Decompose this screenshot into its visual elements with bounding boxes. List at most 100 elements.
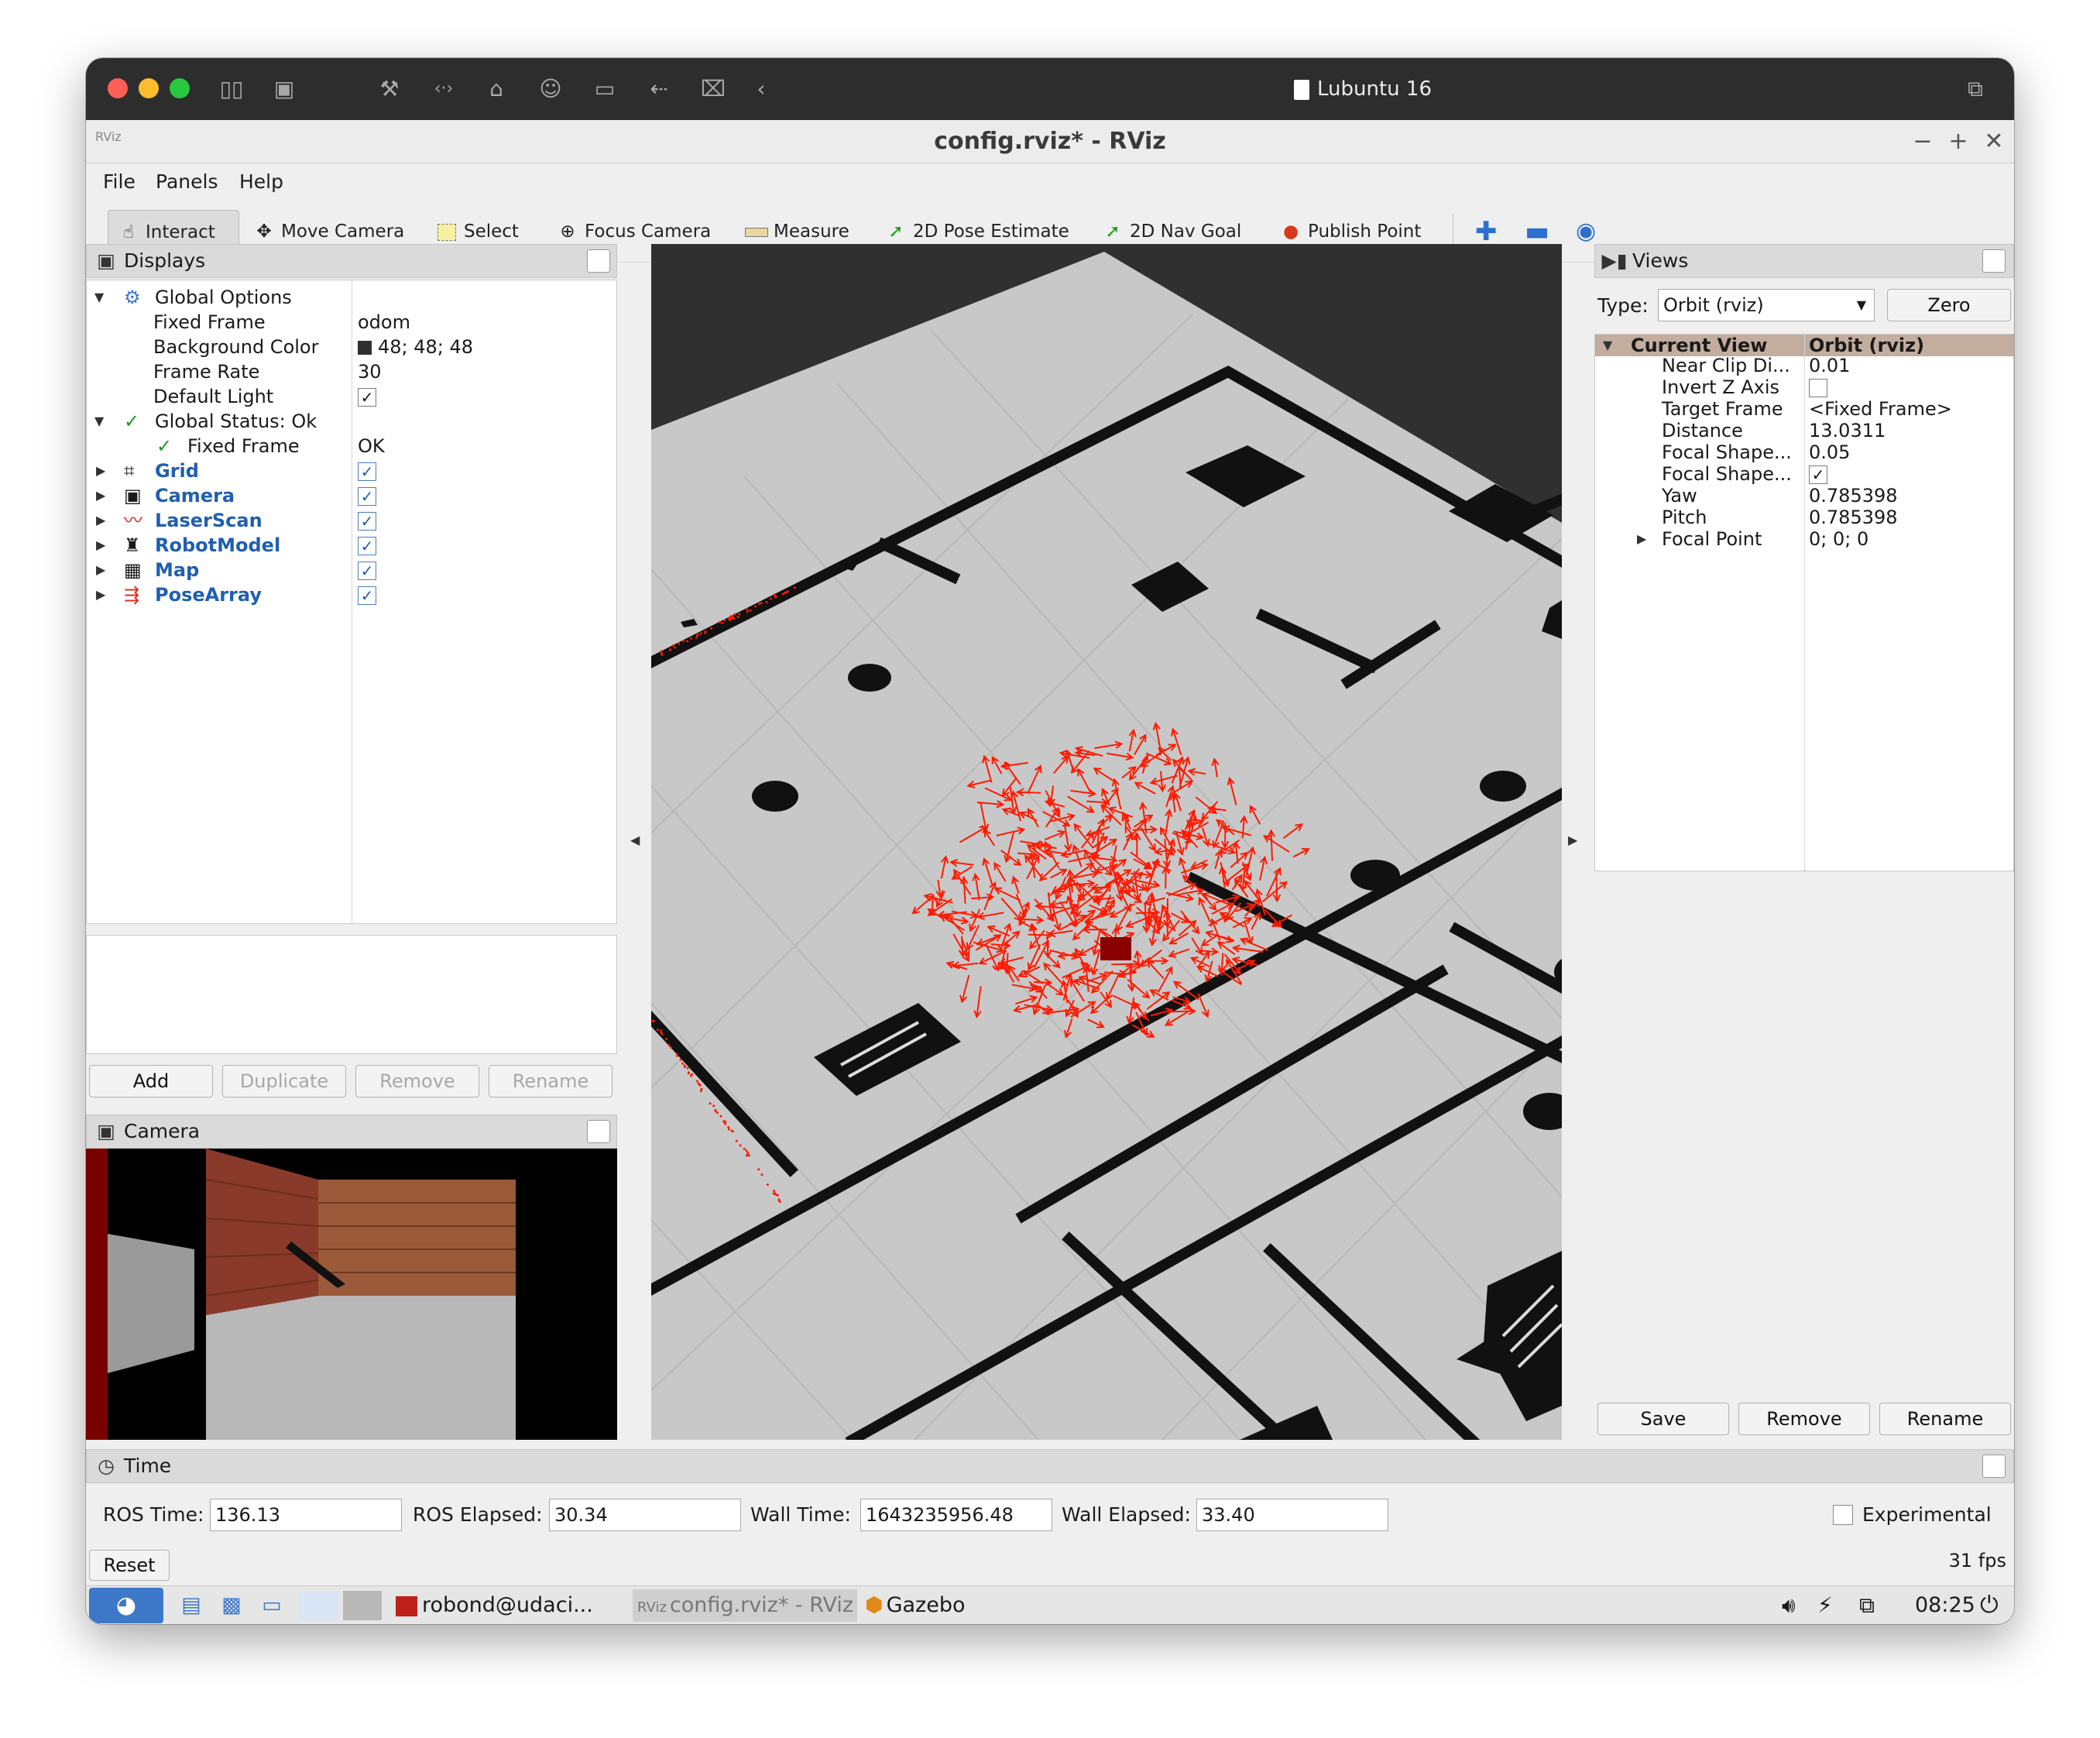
reset-button[interactable]: Reset (89, 1550, 170, 1581)
network-icon[interactable]: ⧉ (1859, 1589, 1875, 1622)
maximize-window-button[interactable]: + (1943, 126, 1974, 157)
camera-icon[interactable]: ▭ (589, 74, 620, 105)
drive-icon[interactable]: ⌂ (481, 74, 512, 105)
ros-elapsed-field[interactable]: 30.34 (549, 1499, 741, 1531)
collapse-arrow-icon[interactable]: ▶ (96, 582, 105, 607)
close-window-button[interactable]: ✕ (1978, 126, 2009, 157)
minimize-window-button[interactable]: − (1907, 126, 1938, 157)
menu-help[interactable]: Help (239, 168, 283, 196)
collapse-arrow-icon[interactable]: ▶ (96, 508, 105, 533)
view-prop-value[interactable]: 0.785398 (1809, 507, 1898, 528)
map-scene[interactable] (651, 244, 1562, 1440)
remove-display-button[interactable]: Remove (355, 1065, 479, 1097)
tree-row-background-color[interactable]: Background Color 48; 48; 48 (87, 335, 618, 359)
minimize-light-button[interactable] (139, 78, 159, 98)
restore-icon[interactable]: ⧉ (1960, 74, 1991, 105)
views-tree[interactable]: ▼ Current View Orbit (rviz) Near Clip Di… (1594, 334, 2014, 872)
add-display-button[interactable]: Add (89, 1065, 213, 1097)
collapse-arrow-icon[interactable]: ▶ (1637, 528, 1646, 550)
display-item-posearray[interactable]: ▶ ⇶ PoseArray ✓ (87, 582, 618, 607)
display-enable-checkbox[interactable]: ✓ (358, 459, 376, 483)
duplicate-display-button[interactable]: Duplicate (222, 1065, 346, 1097)
collapse-arrow-icon[interactable]: ▶ (96, 483, 105, 508)
collapse-left-arrow-icon[interactable]: ◀ (630, 833, 646, 856)
file-manager-icon[interactable]: ▤ (176, 1589, 207, 1622)
displays-tree[interactable]: ▼ ⚙ Global Options Fixed Frame odom Back… (86, 280, 618, 925)
view-prop-value[interactable]: 0.05 (1809, 441, 1850, 463)
screenshot-icon[interactable]: ▣ (269, 74, 300, 105)
view-prop-value[interactable]: 13.0311 (1809, 420, 1886, 441)
rename-display-button[interactable]: Rename (489, 1065, 612, 1097)
view-type-select[interactable]: Orbit (rviz) ▼ (1658, 289, 1875, 321)
focal-shape-checkbox[interactable]: ✓ (1809, 463, 1827, 485)
taskbar-gazebo-item[interactable]: ⬢ Gazebo (865, 1589, 989, 1622)
save-view-button[interactable]: Save (1597, 1403, 1729, 1435)
close-light-button[interactable] (108, 78, 128, 98)
start-menu-button[interactable]: ◕ (89, 1588, 163, 1623)
display-enable-checkbox[interactable]: ✓ (358, 558, 376, 582)
fixed-frame-value[interactable]: odom (358, 310, 410, 335)
display-item-laserscan[interactable]: ▶ 〰 LaserScan ✓ (87, 508, 618, 533)
collapse-arrow-icon[interactable]: ▶ (96, 558, 105, 582)
view-prop-row[interactable]: Invert Z Axis (1595, 376, 2014, 398)
collapse-right-arrow-icon[interactable]: ▶ (1568, 833, 1584, 856)
expand-arrow-icon[interactable]: ▼ (94, 409, 104, 434)
views-float-button[interactable] (1982, 249, 2006, 273)
tree-row-global-options[interactable]: ▼ ⚙ Global Options (87, 285, 618, 310)
render-3d-view[interactable] (651, 244, 1562, 1440)
collapse-arrow-icon[interactable]: ▶ (96, 533, 105, 558)
tree-row-global-status[interactable]: ▼ ✓ Global Status: Ok (87, 409, 618, 434)
sidebar-icon[interactable]: ▯▯ (216, 74, 247, 105)
collapse-arrow-icon[interactable]: ▶ (96, 459, 105, 483)
view-prop-value[interactable]: 0.01 (1809, 355, 1850, 376)
ros-time-field[interactable]: 136.13 (210, 1499, 402, 1531)
view-prop-row[interactable]: ▶ Focal Point 0; 0; 0 (1595, 528, 2014, 550)
tree-row-status-fixed-frame[interactable]: ✓ Fixed Frame OK (87, 434, 618, 459)
wall-time-field[interactable]: 1643235956.48 (860, 1499, 1052, 1531)
view-prop-row[interactable]: Distance 13.0311 (1595, 420, 2014, 441)
rename-view-button[interactable]: Rename (1879, 1403, 2011, 1435)
frame-rate-value[interactable]: 30 (358, 359, 382, 384)
background-color-value[interactable]: 48; 48; 48 (358, 335, 473, 359)
view-prop-row[interactable]: Yaw 0.785398 (1595, 485, 2014, 507)
taskbar-terminal-item[interactable]: robond@udaci... (396, 1589, 628, 1622)
wrench-icon[interactable]: ⚒ (374, 74, 405, 105)
menu-file[interactable]: File (103, 168, 136, 196)
tree-row-default-light[interactable]: Default Light ✓ (87, 384, 618, 409)
view-prop-row[interactable]: Focal Shape... ✓ (1595, 463, 2014, 485)
view-prop-value[interactable]: <Fixed Frame> (1809, 398, 1952, 420)
view-prop-value[interactable]: 0.785398 (1809, 485, 1898, 507)
display-item-camera[interactable]: ▶ ▣ Camera ✓ (87, 483, 618, 508)
volume-icon[interactable]: 🔊︎ (1782, 1589, 1796, 1622)
window-icon[interactable]: ▭ (256, 1589, 287, 1622)
desktop-switcher-2[interactable] (343, 1591, 382, 1620)
remove-view-button[interactable]: Remove (1738, 1403, 1870, 1435)
folder-icon[interactable]: ⌧ (698, 74, 729, 105)
view-prop-row[interactable]: Focal Shape... 0.05 (1595, 441, 2014, 463)
display-enable-checkbox[interactable]: ✓ (358, 533, 376, 558)
experimental-checkbox[interactable] (1833, 1505, 1853, 1525)
zoom-light-button[interactable] (170, 78, 190, 98)
back-icon[interactable]: ⇠ (643, 74, 674, 105)
left-splitter[interactable] (634, 244, 643, 259)
wall-elapsed-field[interactable]: 33.40 (1196, 1499, 1388, 1531)
default-light-checkbox[interactable]: ✓ (358, 384, 376, 409)
display-enable-checkbox[interactable]: ✓ (358, 508, 376, 533)
taskbar-rviz-item[interactable]: RViz config.rviz* - RViz (633, 1589, 857, 1622)
time-float-button[interactable] (1982, 1455, 2006, 1478)
tree-row-fixed-frame[interactable]: Fixed Frame odom (87, 310, 618, 335)
desktop-switcher-1[interactable] (300, 1591, 338, 1620)
chevron-left-icon[interactable]: ‹ (746, 74, 777, 105)
shutdown-icon[interactable]: ⏻ (1980, 1589, 1999, 1622)
camera-float-button[interactable] (587, 1120, 610, 1143)
power-plug-icon[interactable]: ⚡ (1817, 1589, 1833, 1622)
browser-icon[interactable]: ▩ (216, 1589, 247, 1622)
display-item-robotmodel[interactable]: ▶ ♜ RobotModel ✓ (87, 533, 618, 558)
view-prop-row[interactable]: Target Frame <Fixed Frame> (1595, 398, 2014, 420)
tree-row-frame-rate[interactable]: Frame Rate 30 (87, 359, 618, 384)
code-icon[interactable]: ‹·› (428, 74, 459, 105)
view-prop-value[interactable]: 0; 0; 0 (1809, 528, 1868, 550)
zero-view-button[interactable]: Zero (1887, 289, 2011, 321)
display-item-map[interactable]: ▶ ▦ Map ✓ (87, 558, 618, 582)
display-enable-checkbox[interactable]: ✓ (358, 483, 376, 508)
